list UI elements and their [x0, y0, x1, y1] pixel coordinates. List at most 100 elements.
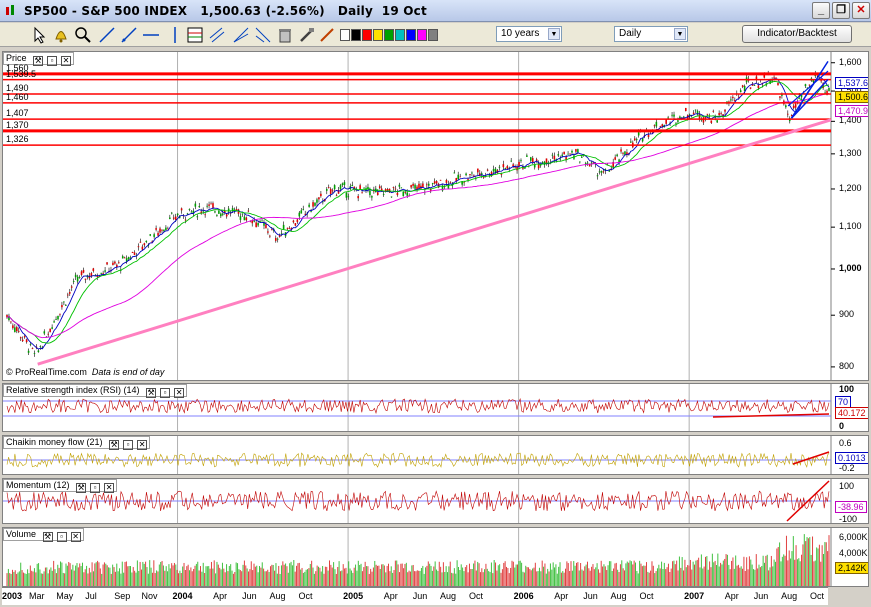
trash-icon[interactable]: [276, 26, 294, 44]
candle-body: [581, 156, 583, 158]
close-icon[interactable]: ✕: [174, 388, 185, 398]
candle-body: [67, 294, 69, 296]
wrench-icon[interactable]: ⚒: [33, 56, 44, 66]
vertical-line-icon[interactable]: [166, 26, 184, 44]
candle-body: [465, 173, 467, 176]
wrench-icon[interactable]: ⚒: [146, 388, 157, 398]
candle-body: [308, 204, 310, 207]
candle-body: [557, 154, 560, 156]
horizontal-line-icon[interactable]: [142, 26, 160, 44]
candle-body: [357, 196, 359, 199]
candle-body: [435, 181, 438, 184]
price-chart[interactable]: [3, 52, 869, 381]
window-icon[interactable]: ▫: [56, 532, 67, 542]
candle-body: [106, 262, 108, 265]
x-axis-label: May: [56, 591, 74, 601]
color-swatch[interactable]: [417, 29, 427, 41]
pencil-icon[interactable]: [318, 26, 336, 44]
price-y-tick: 900: [839, 309, 855, 320]
candle-body: [427, 183, 430, 186]
volume-panel[interactable]: Volume ⚒ ▫ ✕ 6,000K 4,000K 2,142K: [2, 527, 869, 587]
candle-body: [314, 202, 316, 206]
color-swatch[interactable]: [406, 29, 416, 41]
candle-body: [404, 191, 407, 193]
color-swatch[interactable]: [362, 29, 372, 41]
color-swatch[interactable]: [428, 29, 438, 41]
close-icon[interactable]: ✕: [104, 483, 115, 493]
candle-body: [31, 348, 34, 350]
fibonacci-icon[interactable]: [186, 26, 204, 44]
range-select[interactable]: 10 years ▼: [496, 26, 562, 42]
candle-body: [172, 217, 175, 219]
color-swatch[interactable]: [340, 29, 350, 41]
candle-body: [208, 204, 210, 206]
candle-body: [78, 277, 81, 278]
restore-button[interactable]: ❐: [832, 2, 850, 19]
channel-tool-icon[interactable]: [208, 26, 226, 44]
close-icon[interactable]: ✕: [61, 56, 72, 66]
close-icon[interactable]: ✕: [137, 440, 148, 450]
candle-body: [165, 227, 167, 231]
momentum-panel[interactable]: Momentum (12) ⚒ ▫ ✕ 100 -38.96 -100: [2, 478, 869, 524]
rsi-panel[interactable]: Relative strength index (RSI) (14) ⚒ ▫ ✕ 1…: [2, 383, 869, 432]
x-axis-label: Aug: [781, 591, 798, 601]
cmf-panel[interactable]: Chaikin money flow (21) ⚒ ▫ ✕ 0.6 0.1013 -…: [2, 435, 869, 475]
candle-body: [23, 336, 26, 338]
candle-body: [633, 138, 636, 141]
fan-tool-icon[interactable]: [232, 26, 250, 44]
candle-body: [449, 181, 452, 183]
window-icon[interactable]: ▫: [160, 388, 171, 398]
x-axis-label: Aug: [439, 591, 456, 601]
color-swatch[interactable]: [351, 29, 361, 41]
close-button[interactable]: ✕: [852, 2, 870, 19]
candle-body: [775, 77, 777, 79]
minimize-button[interactable]: _: [812, 2, 830, 19]
candle-body: [486, 169, 489, 171]
candle-body: [677, 120, 679, 122]
candle-body: [70, 286, 73, 288]
window-icon[interactable]: ▫: [90, 483, 101, 493]
candle-body: [176, 213, 179, 216]
candle-body: [312, 202, 314, 207]
candle-body: [92, 268, 95, 271]
price-y-tick: 1,200: [839, 182, 862, 193]
cmf-panel-title: Chaikin money flow (21): [6, 437, 103, 447]
cmf-tick-top: 0.6: [839, 438, 852, 448]
wrench-icon[interactable]: ⚒: [76, 483, 87, 493]
pointer-icon[interactable]: [30, 26, 48, 44]
wrench-icon[interactable]: ⚒: [42, 532, 53, 542]
close-icon[interactable]: ✕: [70, 532, 81, 542]
momentum-chart[interactable]: [3, 479, 869, 524]
color-swatch[interactable]: [395, 29, 405, 41]
candle-body: [343, 182, 346, 185]
candle-body: [586, 162, 589, 164]
watermark: © ProRealTime.com Data is end of day: [6, 367, 164, 377]
tools-icon[interactable]: [298, 26, 316, 44]
momentum-tick-bottom: -100: [839, 514, 858, 524]
color-swatch[interactable]: [373, 29, 383, 41]
candle-body: [265, 224, 267, 229]
zoom-icon[interactable]: [74, 26, 92, 44]
x-axis-label: Apr: [554, 591, 569, 601]
interval-select[interactable]: Daily ▼: [614, 26, 688, 42]
arc-tool-icon[interactable]: [254, 26, 272, 44]
candle-body: [82, 269, 85, 273]
color-swatch[interactable]: [384, 29, 394, 41]
wrench-icon[interactable]: ⚒: [109, 440, 120, 450]
alert-bell-icon[interactable]: [52, 26, 70, 44]
indicator-backtest-button[interactable]: Indicator/Backtest: [742, 25, 852, 43]
candle-body: [12, 325, 14, 329]
window-icon[interactable]: ▫: [123, 440, 134, 450]
window-icon[interactable]: ▫: [47, 56, 58, 66]
trendline-tool-icon[interactable]: [120, 26, 138, 44]
candle-body: [325, 189, 328, 191]
candle-body: [17, 330, 20, 332]
candle-body: [161, 229, 163, 231]
volume-chart[interactable]: [3, 528, 869, 587]
x-axis-label: Nov: [141, 591, 158, 601]
candle-body: [68, 292, 71, 294]
price-panel[interactable]: Price ⚒▫✕ 1,6001,5001,4001,3001,2001,100…: [2, 51, 869, 381]
x-axis-label: Jun: [583, 591, 598, 601]
candle-body: [502, 164, 505, 168]
segment-tool-icon[interactable]: [98, 26, 116, 44]
